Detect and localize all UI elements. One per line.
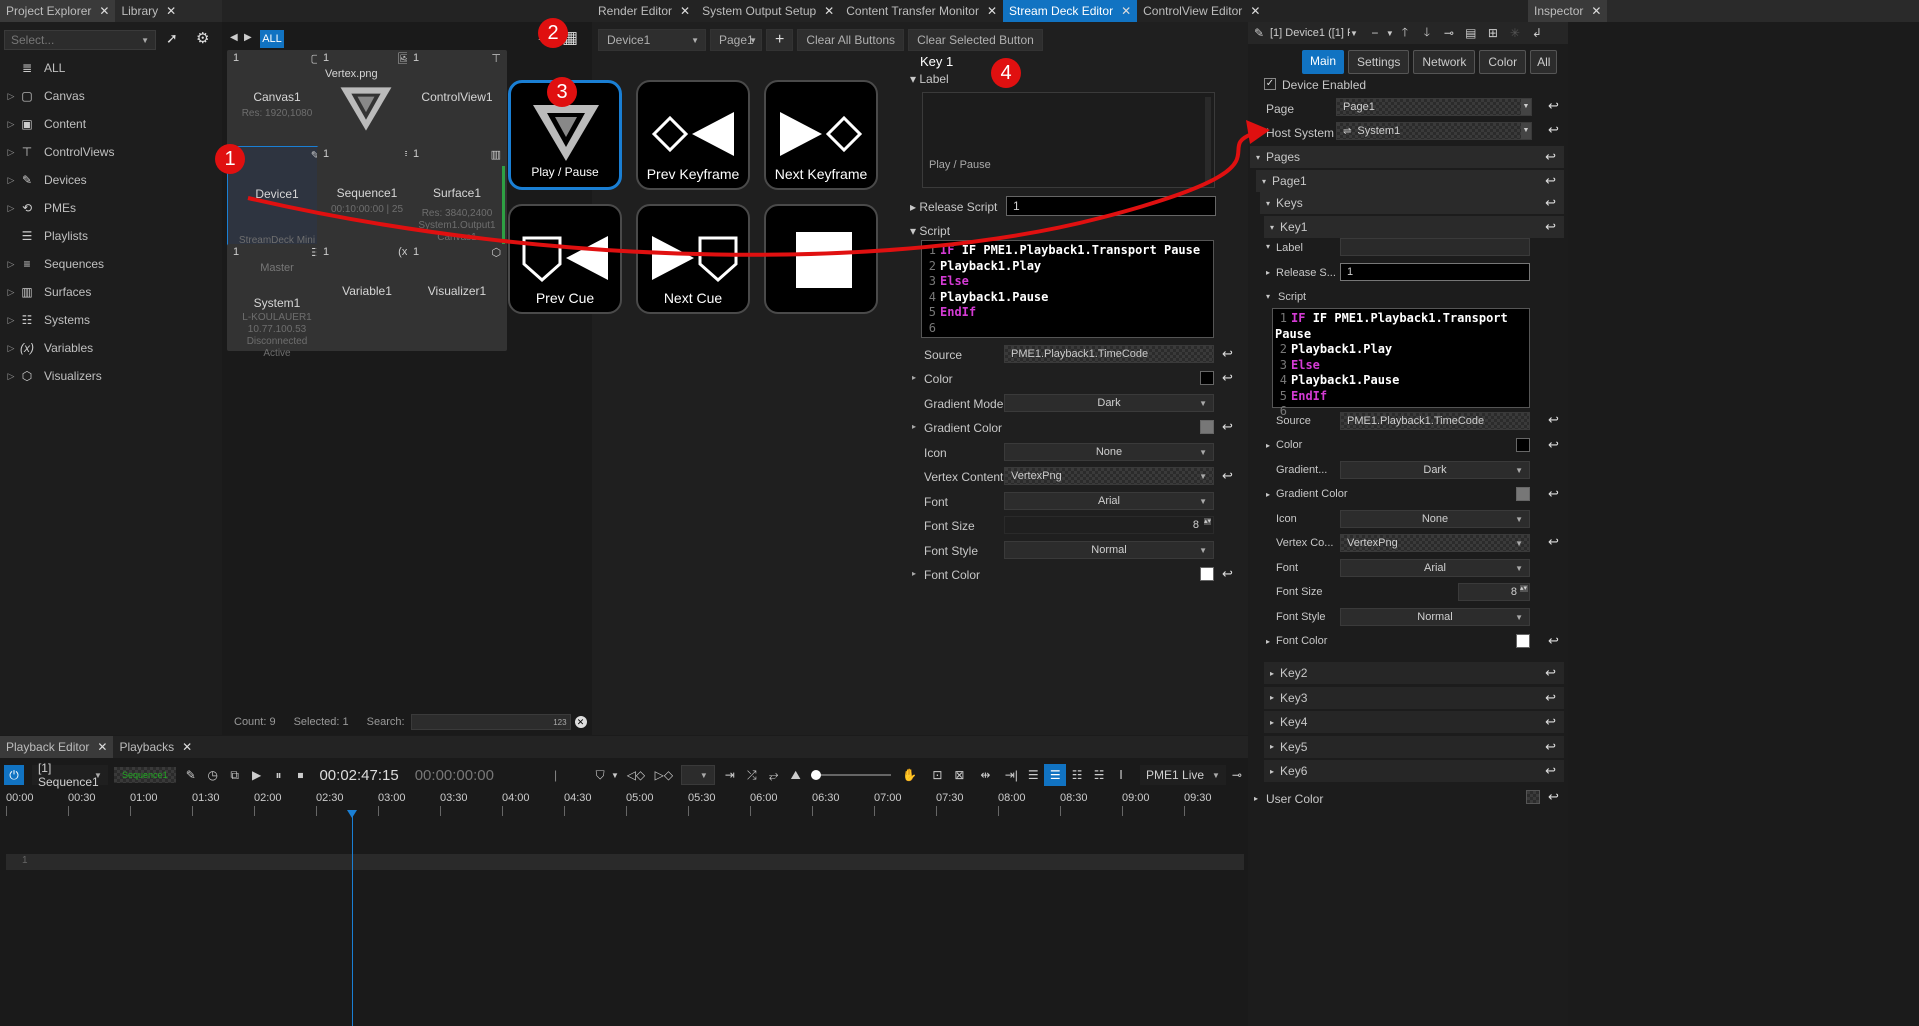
- callout-3: 3: [547, 77, 577, 107]
- callout-2: 2: [538, 18, 568, 48]
- callout-1: 1: [215, 144, 245, 174]
- callout-4: 4: [991, 58, 1021, 88]
- annotation-arrow: [247, 120, 1270, 257]
- annotation-arrowhead: [1246, 120, 1270, 144]
- annotation-arrow-curve: [247, 132, 1253, 257]
